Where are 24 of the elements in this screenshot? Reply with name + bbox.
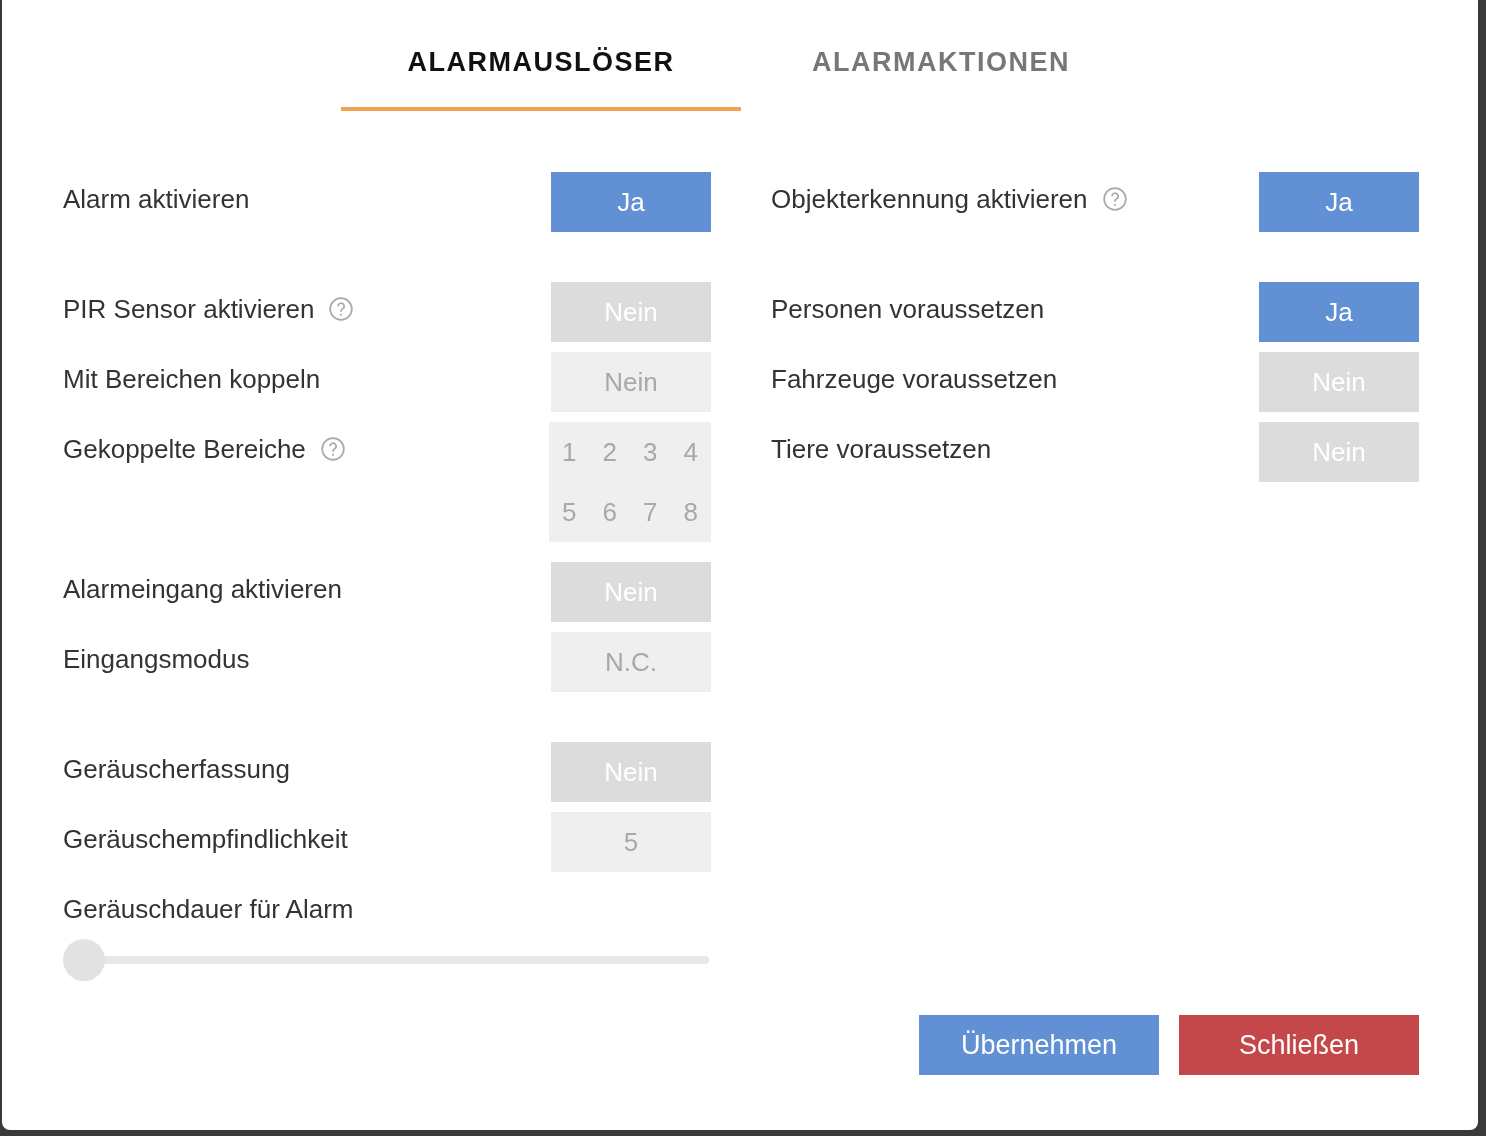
setting-label: Eingangsmodus: [63, 643, 250, 675]
help-icon[interactable]: [1101, 186, 1128, 212]
setting-label: Alarmeingang aktivieren: [63, 573, 342, 605]
setting-label: Geräuschempfindlichkeit: [63, 823, 348, 855]
help-icon[interactable]: [328, 296, 355, 322]
setting-label: Mit Bereichen koppeln: [63, 363, 321, 395]
setting-label: Tiere voraussetzen: [771, 433, 992, 465]
setting-label: Gekoppelte Bereiche: [63, 433, 306, 465]
apply-button[interactable]: Übernehmen: [919, 1015, 1159, 1075]
setting-label: Alarm aktivieren: [63, 183, 250, 215]
slider-handle[interactable]: [63, 939, 105, 981]
toggle-button[interactable]: Ja: [1259, 282, 1419, 342]
slider[interactable]: [63, 939, 709, 981]
close-button[interactable]: Schließen: [1179, 1015, 1419, 1075]
setting-label: PIR Sensor aktivieren: [63, 293, 315, 325]
setting-label: Geräuschdauer für Alarm: [63, 893, 354, 925]
toggle-button[interactable]: Ja: [1259, 172, 1419, 232]
setting-label: Fahrzeuge voraussetzen: [771, 363, 1058, 395]
setting-label: Objekterkennung aktivieren: [771, 183, 1088, 215]
tab[interactable]: ALARMAKTIONEN: [741, 0, 1141, 111]
setting-label: Geräuscherfassung: [63, 753, 290, 785]
toggle-button[interactable]: Ja: [551, 172, 711, 232]
tab[interactable]: ALARMAUSLÖSER: [341, 0, 741, 111]
setting-label: Personen voraussetzen: [771, 293, 1045, 325]
